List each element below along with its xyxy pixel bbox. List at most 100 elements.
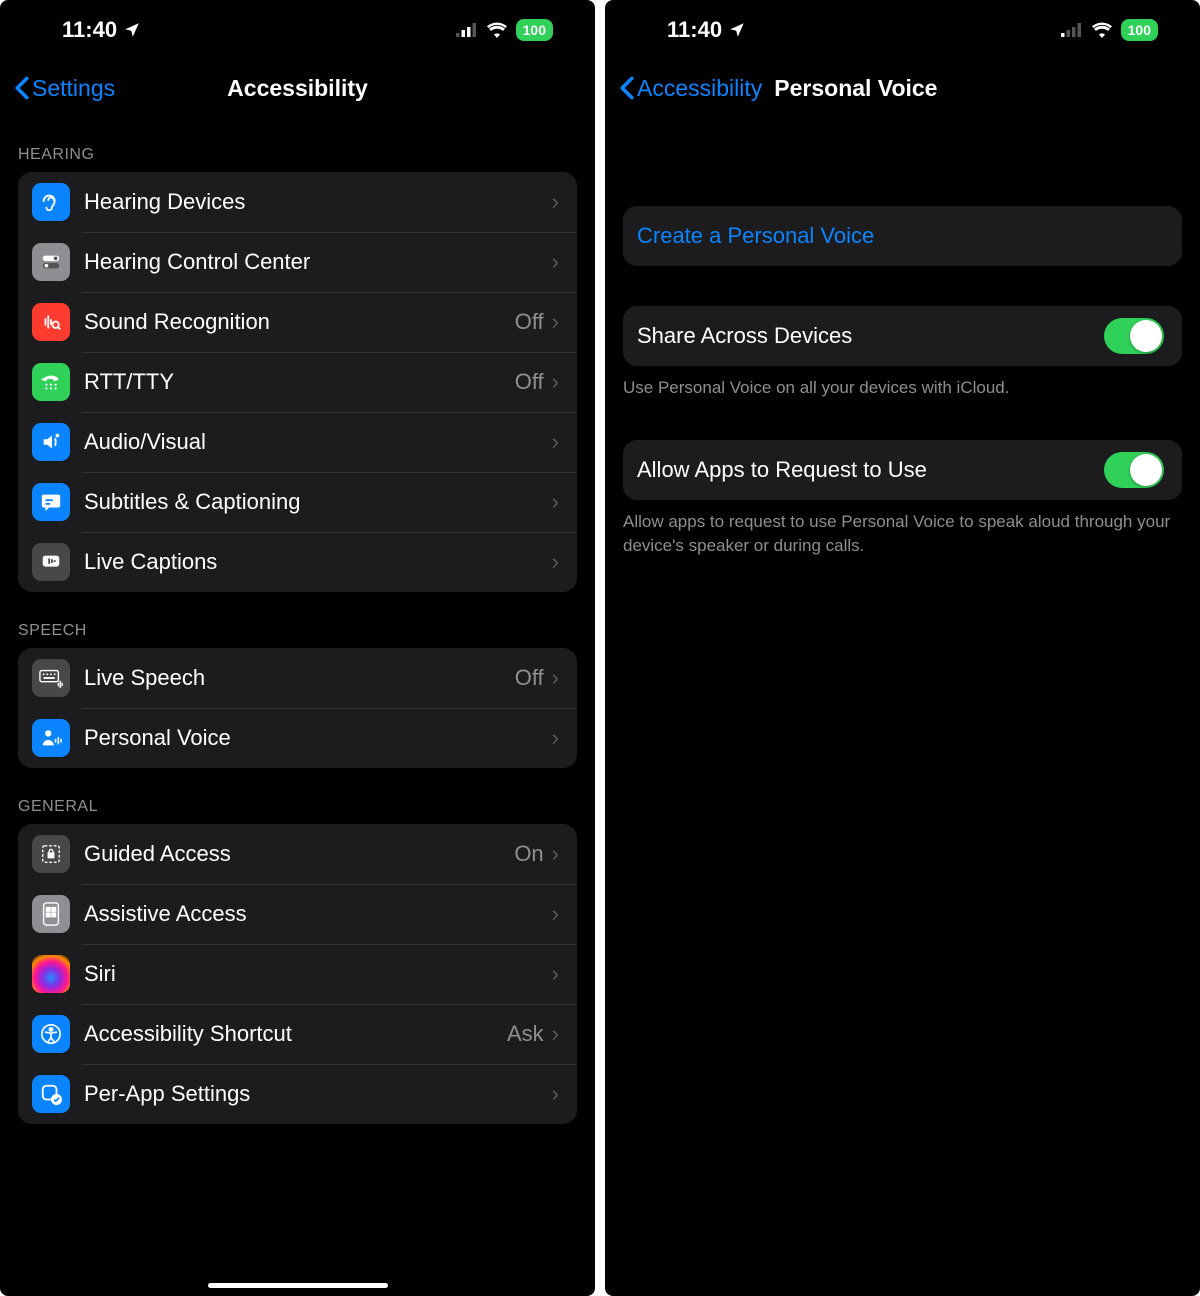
status-time: 11:40 xyxy=(667,17,722,43)
row-label: Hearing Devices xyxy=(84,189,552,215)
row-label: Subtitles & Captioning xyxy=(84,489,552,515)
phone-accessibility: 11:40 100 Settings Accessibility HEARING xyxy=(0,0,595,1296)
battery-indicator: 100 xyxy=(516,19,553,41)
row-live-captions[interactable]: Live Captions › xyxy=(18,532,577,592)
row-allow-apps[interactable]: Allow Apps to Request to Use xyxy=(623,440,1182,500)
chevron-right-icon: › xyxy=(552,309,559,335)
siri-icon xyxy=(32,955,70,993)
back-button[interactable]: Settings xyxy=(14,75,115,102)
chevron-right-icon: › xyxy=(552,1021,559,1047)
row-personal-voice[interactable]: Personal Voice › xyxy=(18,708,577,768)
chevron-right-icon: › xyxy=(552,901,559,927)
footer-share: Use Personal Voice on all your devices w… xyxy=(605,366,1200,400)
row-label: Siri xyxy=(84,961,552,987)
row-value: On xyxy=(514,841,543,867)
row-label: Personal Voice xyxy=(84,725,552,751)
footer-allow: Allow apps to request to use Personal Vo… xyxy=(605,500,1200,558)
chevron-right-icon: › xyxy=(552,429,559,455)
create-label: Create a Personal Voice xyxy=(637,223,874,249)
row-share-across-devices[interactable]: Share Across Devices xyxy=(623,306,1182,366)
group-general: Guided Access On › Assistive Access › Si… xyxy=(18,824,577,1124)
row-create-personal-voice[interactable]: Create a Personal Voice xyxy=(623,206,1182,266)
group-speech: Live Speech Off › Personal Voice › xyxy=(18,648,577,768)
row-label: Live Captions xyxy=(84,549,552,575)
row-label: Assistive Access xyxy=(84,901,552,927)
row-label: RTT/TTY xyxy=(84,369,515,395)
row-siri[interactable]: Siri › xyxy=(18,944,577,1004)
row-value: Off xyxy=(515,665,544,691)
row-accessibility-shortcut[interactable]: Accessibility Shortcut Ask › xyxy=(18,1004,577,1064)
chevron-right-icon: › xyxy=(552,1081,559,1107)
row-value: Off xyxy=(515,369,544,395)
group-share: Share Across Devices xyxy=(623,306,1182,366)
section-header-hearing: HEARING xyxy=(0,116,595,172)
row-hearing-control-center[interactable]: Hearing Control Center › xyxy=(18,232,577,292)
toggle-switches-icon xyxy=(32,243,70,281)
app-check-icon xyxy=(32,1075,70,1113)
row-rtt-tty[interactable]: RTT/TTY Off › xyxy=(18,352,577,412)
location-icon xyxy=(123,21,141,39)
row-assistive-access[interactable]: Assistive Access › xyxy=(18,884,577,944)
row-label: Live Speech xyxy=(84,665,515,691)
row-label: Per-App Settings xyxy=(84,1081,552,1107)
chevron-right-icon: › xyxy=(552,489,559,515)
back-button[interactable]: Accessibility xyxy=(619,75,762,102)
lock-frame-icon xyxy=(32,835,70,873)
row-value: Off xyxy=(515,309,544,335)
location-icon xyxy=(728,21,746,39)
phone-personal-voice: 11:40 100 Accessibility Personal Voice C… xyxy=(605,0,1200,1296)
back-label: Settings xyxy=(32,75,115,102)
sound-wave-search-icon xyxy=(32,303,70,341)
group-create: Create a Personal Voice xyxy=(623,206,1182,266)
status-time: 11:40 xyxy=(62,17,117,43)
waveform-bubble-icon xyxy=(32,543,70,581)
page-title: Personal Voice xyxy=(774,75,937,102)
cellular-icon xyxy=(1061,23,1083,37)
status-bar: 11:40 100 xyxy=(0,0,595,60)
chevron-right-icon: › xyxy=(552,961,559,987)
row-label: Hearing Control Center xyxy=(84,249,552,275)
back-label: Accessibility xyxy=(637,75,762,102)
row-guided-access[interactable]: Guided Access On › xyxy=(18,824,577,884)
chevron-right-icon: › xyxy=(552,189,559,215)
person-wave-icon xyxy=(32,719,70,757)
chevron-right-icon: › xyxy=(552,249,559,275)
row-live-speech[interactable]: Live Speech Off › xyxy=(18,648,577,708)
chevron-right-icon: › xyxy=(552,549,559,575)
chevron-right-icon: › xyxy=(552,665,559,691)
tty-phone-icon xyxy=(32,363,70,401)
row-label: Accessibility Shortcut xyxy=(84,1021,507,1047)
keyboard-wave-icon xyxy=(32,659,70,697)
accessibility-icon xyxy=(32,1015,70,1053)
chevron-right-icon: › xyxy=(552,369,559,395)
row-per-app-settings[interactable]: Per-App Settings › xyxy=(18,1064,577,1124)
row-label: Sound Recognition xyxy=(84,309,515,335)
toggle-share[interactable] xyxy=(1104,318,1164,354)
ear-icon xyxy=(32,183,70,221)
row-label: Audio/Visual xyxy=(84,429,552,455)
toggle-allow[interactable] xyxy=(1104,452,1164,488)
home-indicator[interactable] xyxy=(208,1283,388,1288)
row-label: Guided Access xyxy=(84,841,514,867)
page-title: Accessibility xyxy=(227,75,368,102)
section-header-speech: SPEECH xyxy=(0,592,595,648)
nav-bar: Settings Accessibility xyxy=(0,60,595,116)
speaker-icon xyxy=(32,423,70,461)
grid-panel-icon xyxy=(32,895,70,933)
row-label: Share Across Devices xyxy=(637,323,1104,349)
chevron-right-icon: › xyxy=(552,841,559,867)
wifi-icon xyxy=(1091,22,1113,38)
nav-bar: Accessibility Personal Voice xyxy=(605,60,1200,116)
group-hearing: Hearing Devices › Hearing Control Center… xyxy=(18,172,577,592)
group-allow: Allow Apps to Request to Use xyxy=(623,440,1182,500)
row-sound-recognition[interactable]: Sound Recognition Off › xyxy=(18,292,577,352)
row-subtitles-captioning[interactable]: Subtitles & Captioning › xyxy=(18,472,577,532)
row-audio-visual[interactable]: Audio/Visual › xyxy=(18,412,577,472)
row-label: Allow Apps to Request to Use xyxy=(637,457,1104,483)
cellular-icon xyxy=(456,23,478,37)
row-hearing-devices[interactable]: Hearing Devices › xyxy=(18,172,577,232)
row-value: Ask xyxy=(507,1021,544,1047)
status-bar: 11:40 100 xyxy=(605,0,1200,60)
battery-indicator: 100 xyxy=(1121,19,1158,41)
caption-bubble-icon xyxy=(32,483,70,521)
